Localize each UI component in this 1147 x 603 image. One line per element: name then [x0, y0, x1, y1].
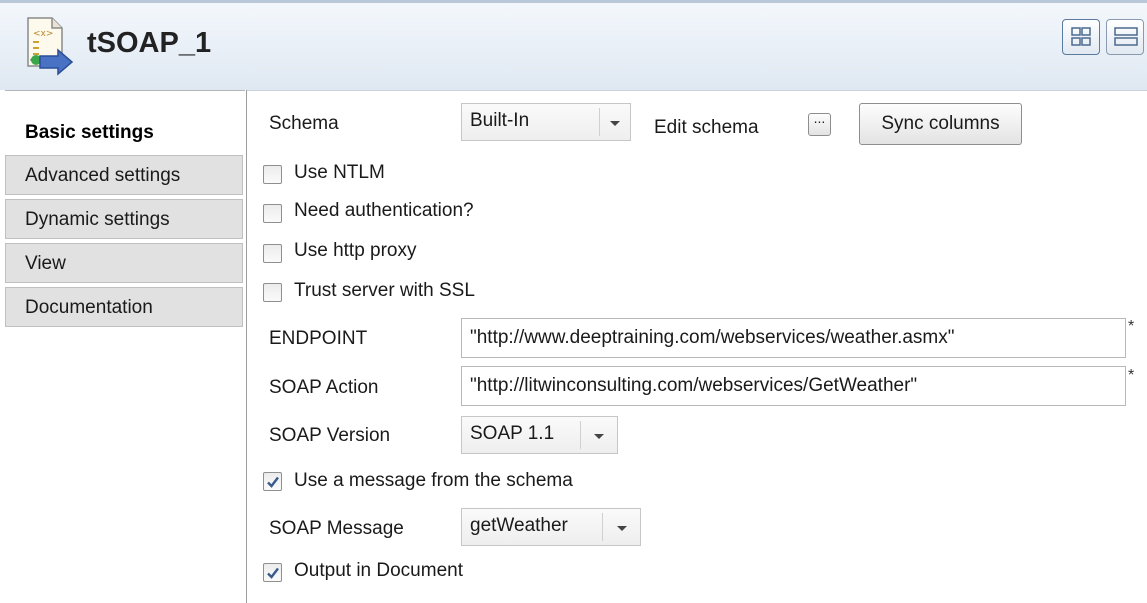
use-ntlm-label: Use NTLM — [294, 162, 385, 183]
svg-text:<x>: <x> — [33, 29, 53, 39]
use-message-from-schema-label: Use a message from the schema — [294, 470, 573, 491]
trust-server-ssl-label: Trust server with SSL — [294, 280, 475, 301]
chevron-down-icon — [594, 434, 604, 439]
sync-columns-button[interactable]: Sync columns — [859, 103, 1022, 145]
soap-message-label: SOAP Message — [269, 518, 404, 539]
combo-separator — [599, 108, 600, 136]
endpoint-label: ENDPOINT — [269, 328, 368, 349]
list-view-icon — [1114, 27, 1138, 46]
tab-documentation[interactable]: Documentation — [5, 287, 243, 327]
soap-message-select[interactable]: getWeather — [461, 508, 641, 546]
soap-action-required-marker: * — [1128, 367, 1135, 384]
tab-advanced-settings[interactable]: Advanced settings — [5, 155, 243, 195]
compact-view-button[interactable] — [1062, 19, 1100, 55]
use-ntlm-checkbox[interactable] — [263, 165, 282, 184]
table-view-button[interactable] — [1106, 19, 1144, 55]
soap-version-value: SOAP 1.1 — [470, 423, 555, 444]
edit-schema-label: Edit schema — [654, 117, 759, 138]
schema-label: Schema — [269, 113, 339, 134]
soap-version-select[interactable]: SOAP 1.1 — [461, 416, 618, 454]
output-in-document-label: Output in Document — [294, 560, 463, 581]
header-top-border — [0, 0, 1147, 3]
ellipsis-icon: ... — [813, 110, 826, 126]
chevron-down-icon — [610, 121, 620, 126]
trust-server-ssl-checkbox[interactable] — [263, 283, 282, 302]
grid-view-icon — [1071, 27, 1091, 46]
need-authentication-checkbox[interactable] — [263, 204, 282, 223]
tab-view[interactable]: View — [5, 243, 243, 283]
use-message-from-schema-checkbox[interactable] — [263, 472, 282, 491]
edit-schema-button[interactable]: ... — [808, 110, 831, 136]
tsoap-component-icon: <x> — [14, 14, 76, 76]
component-title: tSOAP_1 — [87, 27, 212, 59]
use-http-proxy-checkbox[interactable] — [263, 244, 282, 263]
sidebar-top-line — [5, 90, 245, 91]
soap-version-label: SOAP Version — [269, 425, 391, 446]
combo-separator — [580, 421, 581, 449]
endpoint-input[interactable] — [461, 318, 1126, 358]
checkmark-icon — [267, 567, 279, 579]
tab-dynamic-settings[interactable]: Dynamic settings — [5, 199, 243, 239]
component-header: <x> tSOAP_1 — [0, 0, 1147, 91]
endpoint-required-marker: * — [1128, 318, 1135, 335]
schema-type-value: Built-In — [470, 110, 530, 131]
checkmark-icon — [267, 476, 279, 488]
soap-action-input[interactable] — [461, 366, 1126, 406]
need-authentication-label: Need authentication? — [294, 200, 474, 221]
combo-separator — [602, 513, 603, 541]
soap-action-label: SOAP Action — [269, 377, 379, 398]
soap-message-value: getWeather — [470, 515, 568, 536]
schema-type-select[interactable]: Built-In — [461, 103, 631, 141]
use-http-proxy-label: Use http proxy — [294, 240, 417, 261]
tab-basic-settings[interactable]: Basic settings — [5, 112, 243, 152]
chevron-down-icon — [617, 526, 627, 531]
output-in-document-checkbox[interactable] — [263, 563, 282, 582]
